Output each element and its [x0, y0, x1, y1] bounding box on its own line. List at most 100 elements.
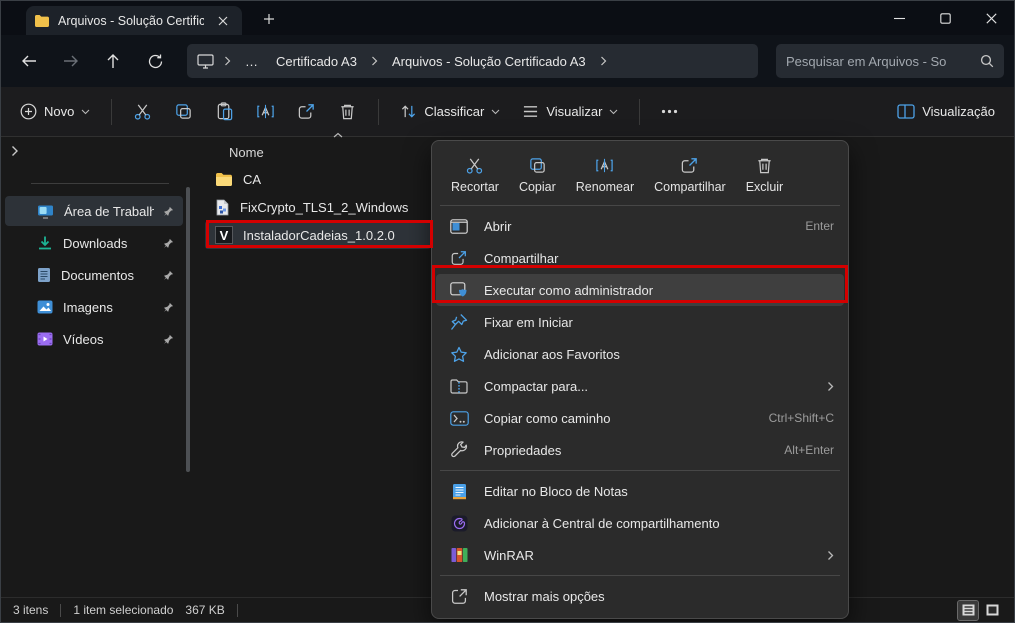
file-row-instalador[interactable]: V InstaladorCadeias_1.0.2.0: [205, 221, 431, 249]
share-quick-label: Compartilhar: [654, 180, 726, 194]
wrench-icon: [449, 441, 469, 459]
delete-quick-label: Excluir: [746, 180, 784, 194]
more-commands-button[interactable]: [652, 101, 687, 122]
sort-button[interactable]: Classificar: [391, 95, 509, 128]
chevron-right-icon: [371, 56, 378, 66]
preview-pane-label: Visualização: [922, 104, 995, 119]
menu-item-adicionar-aos-favoritos[interactable]: Adicionar aos Favoritos: [436, 338, 844, 370]
copy-button[interactable]: [165, 94, 202, 129]
file-row-fixcrypto[interactable]: FixCrypto_TLS1_2_Windows: [205, 193, 431, 221]
breadcrumb-ellipsis[interactable]: …: [241, 51, 262, 72]
cut-quick-label: Recortar: [451, 180, 499, 194]
menu-item-executar-como-administrador[interactable]: Executar como administrador: [436, 274, 844, 306]
cut-quick-button[interactable]: Recortar: [442, 149, 508, 199]
menu-item-compactar-para[interactable]: Compactar para...: [436, 370, 844, 402]
close-button[interactable]: [968, 1, 1014, 35]
menu-item-editar-no-bloco-de-notas[interactable]: Editar no Bloco de Notas: [436, 475, 844, 507]
folder-icon: [34, 14, 50, 28]
sort-ascending-icon: [333, 132, 343, 138]
share-button[interactable]: [288, 94, 325, 129]
menu-item-propriedades[interactable]: Propriedades Alt+Enter: [436, 434, 844, 466]
maximize-button[interactable]: [922, 1, 968, 35]
sidebar-item-label: Área de Trabalho: [64, 204, 154, 219]
back-button[interactable]: [11, 45, 47, 77]
rename-quick-button[interactable]: Renomear: [567, 149, 643, 199]
details-view-toggle[interactable]: [958, 601, 978, 620]
sidebar-item-videos[interactable]: Vídeos: [5, 324, 183, 354]
breadcrumb-item-parent[interactable]: Certificado A3: [272, 51, 361, 72]
admin-shield-icon: [449, 282, 469, 299]
new-tab-button[interactable]: [256, 6, 282, 32]
up-button[interactable]: [95, 45, 131, 77]
delete-quick-button[interactable]: Excluir: [737, 149, 793, 199]
search-icon[interactable]: [980, 54, 994, 68]
view-button[interactable]: Visualizar: [513, 96, 627, 127]
show-more-options-icon: [449, 588, 469, 605]
menu-shortcut: Ctrl+Shift+C: [769, 411, 834, 425]
refresh-button[interactable]: [137, 45, 173, 77]
trash-icon: [755, 156, 774, 175]
file-name: InstaladorCadeias_1.0.2.0: [243, 228, 395, 243]
sidebar-item-pictures[interactable]: Imagens: [5, 292, 183, 322]
sidebar-item-downloads[interactable]: Downloads: [5, 228, 183, 258]
menu-item-mostrar-mais-opcoes[interactable]: Mostrar mais opções: [436, 580, 844, 612]
submenu-chevron-icon: [827, 550, 834, 561]
menu-shortcut: Enter: [805, 219, 834, 233]
column-header-name[interactable]: Nome: [229, 145, 264, 160]
desktop-icon: [37, 204, 54, 219]
breadcrumb-item-current[interactable]: Arquivos - Solução Certificado A3: [388, 51, 590, 72]
copy-quick-label: Copiar: [519, 180, 556, 194]
sidebar-item-label: Downloads: [63, 236, 154, 251]
sidebar-scrollbar[interactable]: [186, 187, 190, 472]
forward-button[interactable]: [53, 45, 89, 77]
tab-title: Arquivos - Solução Certificado: [58, 14, 204, 28]
chevron-right-icon: [600, 56, 607, 66]
rename-button[interactable]: [247, 94, 284, 129]
sidebar-item-documents[interactable]: Documentos: [5, 260, 183, 290]
sort-arrows-icon: [400, 103, 417, 120]
chevron-right-icon: [224, 56, 231, 66]
new-button[interactable]: Novo: [11, 95, 99, 128]
new-button-label: Novo: [44, 104, 74, 119]
sidebar-item-label: Imagens: [63, 300, 154, 315]
delete-button[interactable]: [329, 94, 366, 129]
chevron-down-icon: [81, 109, 90, 115]
address-bar: … Certificado A3 Arquivos - Solução Cert…: [1, 35, 1014, 87]
pin-icon: [164, 206, 175, 217]
videos-icon: [37, 332, 53, 346]
preview-pane-button[interactable]: Visualização: [888, 96, 1004, 127]
menu-item-fixar-em-iniciar[interactable]: Fixar em Iniciar: [436, 306, 844, 338]
paste-button[interactable]: [206, 94, 243, 129]
menu-item-adicionar-a-central-de-compartilhamento[interactable]: Adicionar à Central de compartilhamento: [436, 507, 844, 539]
cut-button[interactable]: [124, 94, 161, 129]
status-separator: [237, 604, 238, 617]
menu-item-copiar-como-caminho[interactable]: Copiar como caminho Ctrl+Shift+C: [436, 402, 844, 434]
copy-quick-button[interactable]: Copiar: [510, 149, 565, 199]
downloads-icon: [37, 235, 53, 251]
navigation-pane: Área de Trabalho Downloads: [1, 137, 201, 597]
menu-item-compartilhar[interactable]: Compartilhar: [436, 242, 844, 274]
sidebar-item-desktop[interactable]: Área de Trabalho: [5, 196, 183, 226]
star-icon: [449, 346, 469, 363]
folder-icon: [215, 172, 233, 187]
documents-icon: [37, 267, 51, 283]
file-row-ca[interactable]: CA: [205, 165, 431, 193]
toolbar-separator: [111, 99, 112, 125]
share-quick-button[interactable]: Compartilhar: [645, 149, 735, 199]
toolbar-separator: [639, 99, 640, 125]
this-pc-icon[interactable]: [197, 54, 214, 69]
sidebar-expand-icon[interactable]: [11, 145, 19, 157]
share-hub-icon: [449, 515, 469, 532]
minimize-button[interactable]: [876, 1, 922, 35]
menu-item-abrir[interactable]: Abrir Enter: [436, 210, 844, 242]
file-name: FixCrypto_TLS1_2_Windows: [240, 200, 408, 215]
tab-close-icon[interactable]: [212, 10, 234, 32]
search-input[interactable]: Pesquisar em Arquivos - So: [776, 44, 1004, 78]
pictures-icon: [37, 300, 53, 314]
submenu-chevron-icon: [827, 381, 834, 392]
share-icon: [680, 156, 699, 175]
explorer-tab[interactable]: Arquivos - Solução Certificado: [26, 6, 242, 35]
breadcrumb[interactable]: … Certificado A3 Arquivos - Solução Cert…: [187, 44, 758, 78]
thumbnail-view-toggle[interactable]: [982, 601, 1002, 620]
menu-item-winrar[interactable]: WinRAR: [436, 539, 844, 571]
